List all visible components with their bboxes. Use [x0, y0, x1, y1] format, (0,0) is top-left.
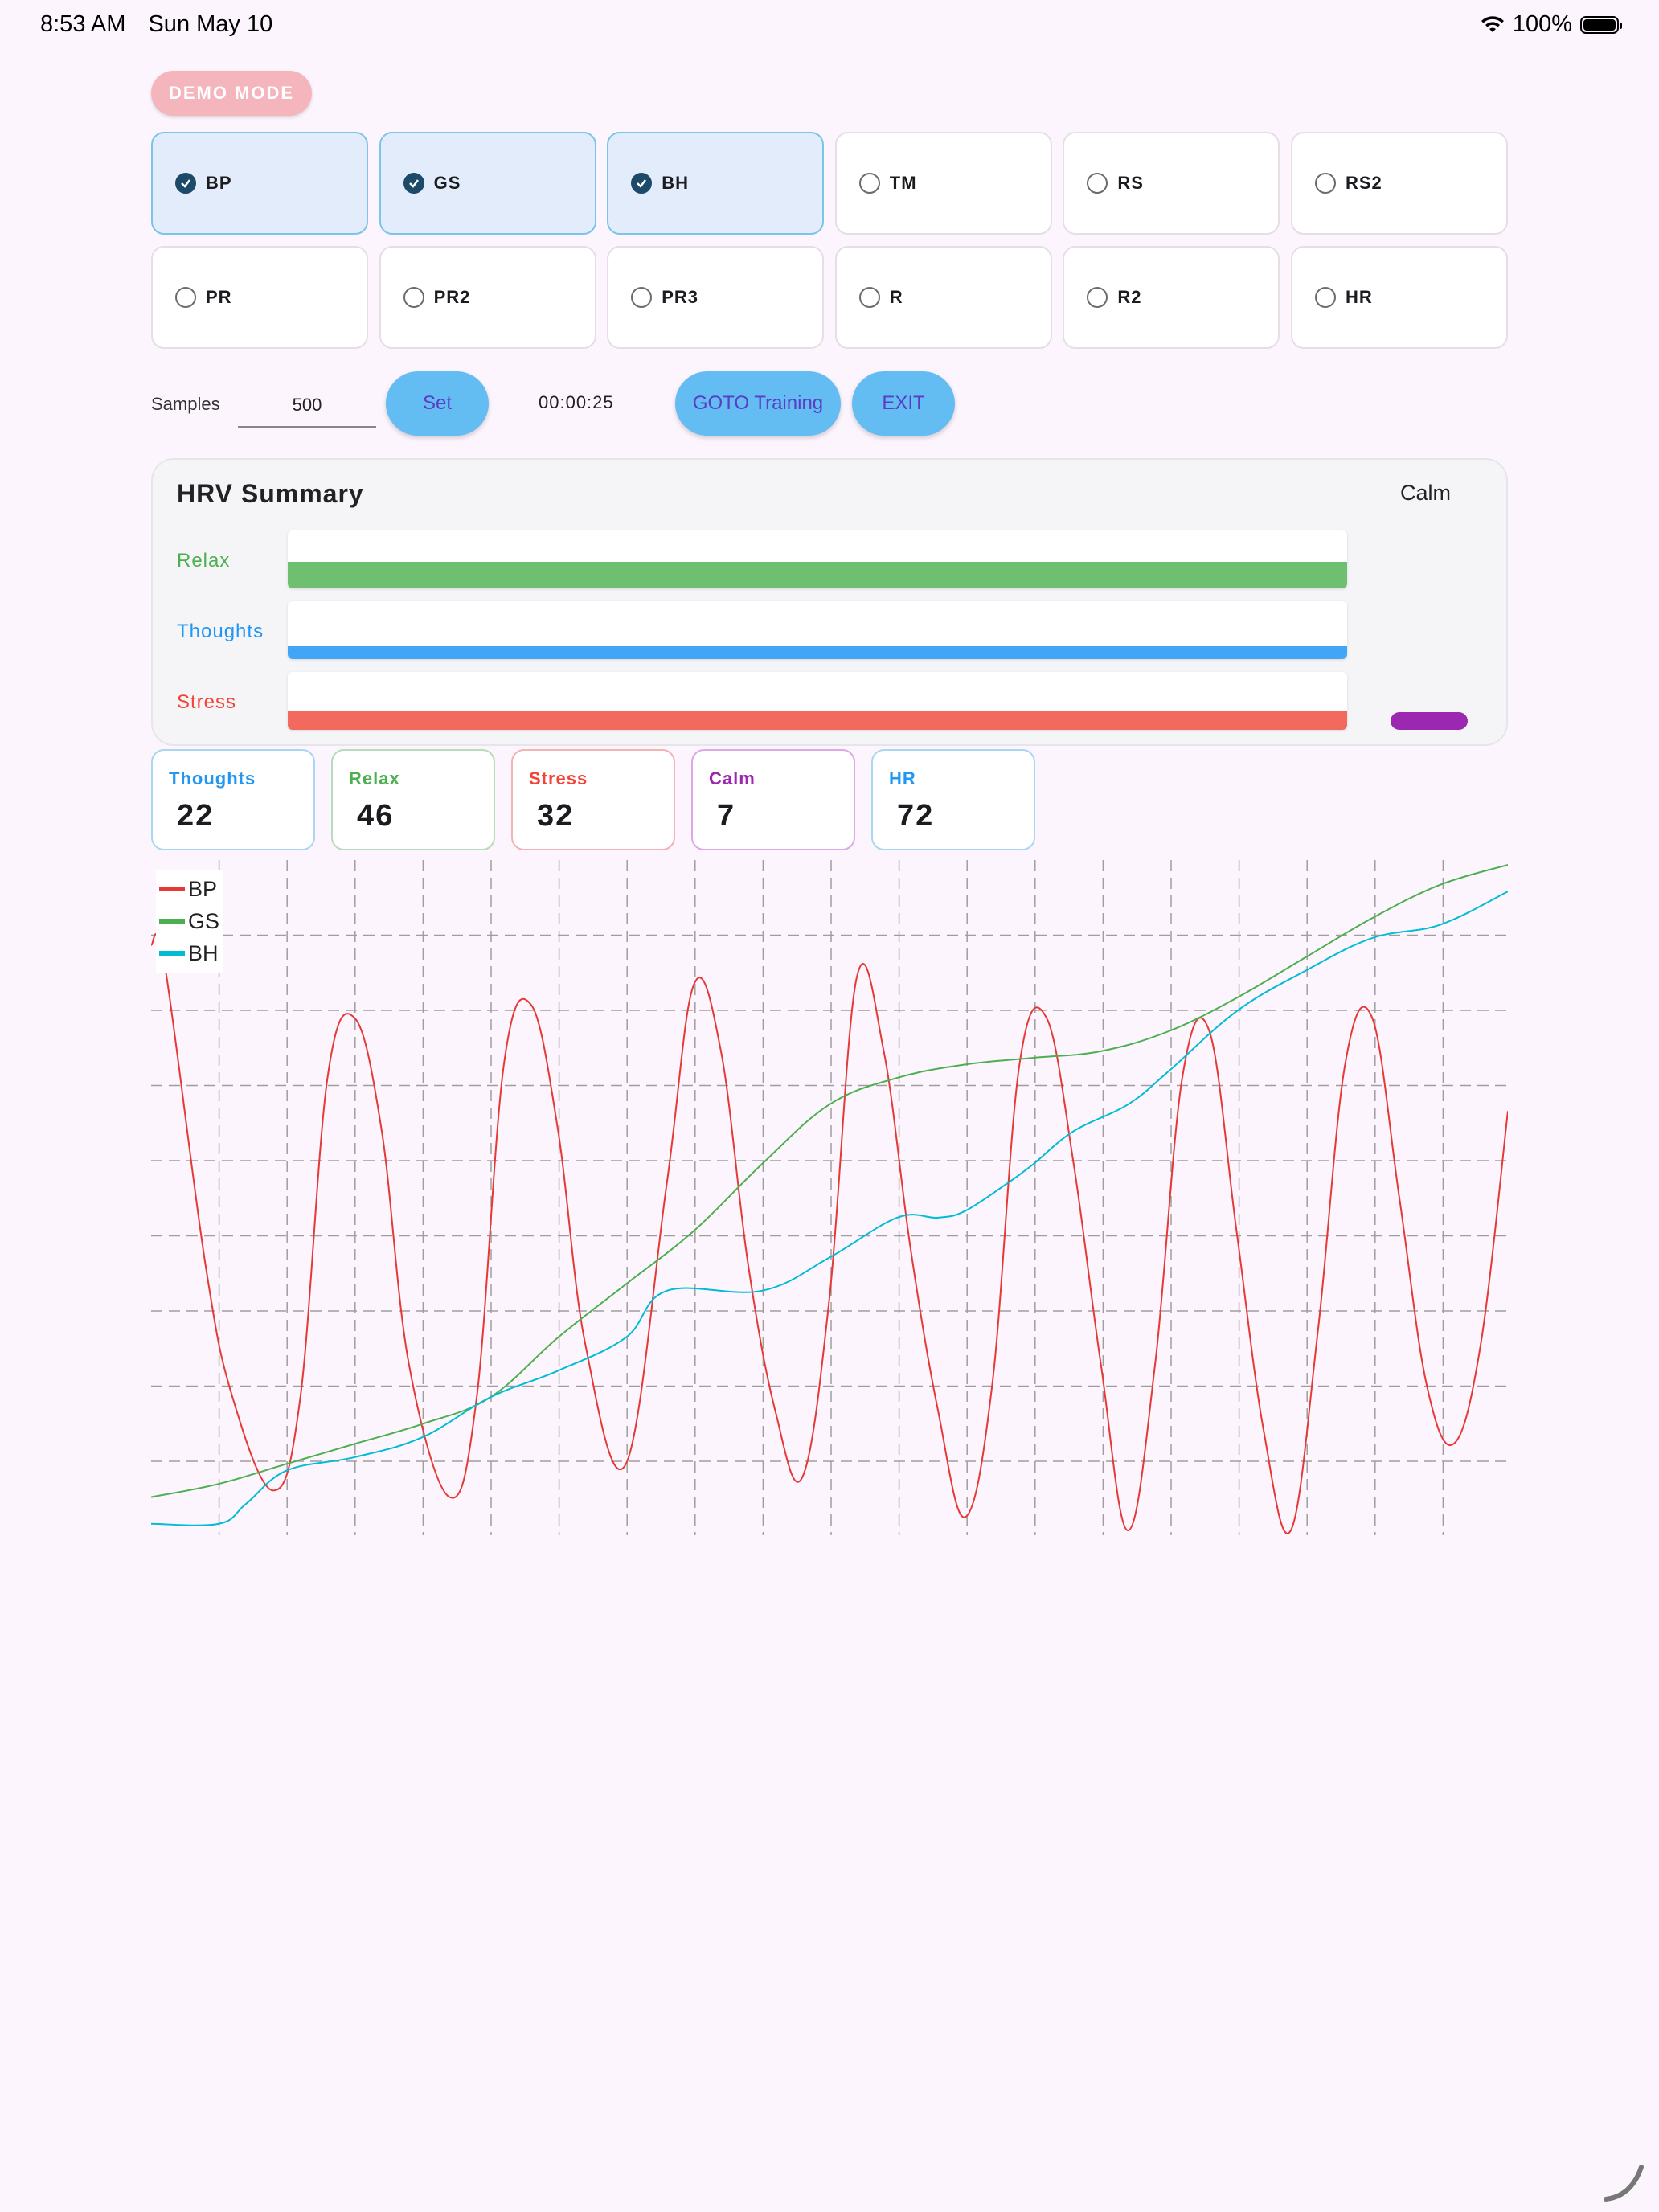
stat-card-thoughts: Thoughts 22: [151, 749, 315, 850]
sensor-label: BP: [206, 173, 232, 193]
samples-input[interactable]: [238, 384, 376, 428]
status-date: Sun May 10: [148, 11, 273, 37]
stat-card-relax: Relax 46: [331, 749, 495, 850]
calm-indicator: [1391, 712, 1468, 730]
battery-percent: 100%: [1512, 11, 1572, 37]
sensor-option-rs[interactable]: RS: [1063, 132, 1280, 235]
hrv-summary-title: HRV Summary: [177, 479, 364, 508]
stat-value: 7: [717, 799, 736, 833]
sensor-label: PR: [206, 287, 232, 307]
stat-value: 32: [537, 799, 575, 833]
sensor-label: HR: [1345, 287, 1373, 307]
status-time: 8:53 AM: [40, 11, 126, 37]
sensor-label: TM: [889, 173, 917, 193]
legend-item-bp: BP: [159, 873, 219, 905]
set-button[interactable]: Set: [386, 371, 489, 436]
hrv-state-label: Calm: [1400, 481, 1452, 505]
timer: 00:00:25: [539, 392, 614, 412]
radio-unchecked-icon: [1087, 173, 1108, 194]
samples-label: Samples: [151, 394, 220, 414]
stat-label: Stress: [529, 768, 588, 789]
legend-label: BH: [188, 940, 219, 965]
sensor-option-gs[interactable]: GS: [379, 132, 596, 235]
sensor-selector-grid: BP GS BH TM RS RS2 PR PR2 PR3 R R2 HR: [151, 132, 1508, 349]
sensor-option-r[interactable]: R: [834, 246, 1052, 349]
radio-unchecked-icon: [1087, 287, 1108, 308]
hrv-summary-card: HRV Summary Calm Relax Thoughts Stress: [151, 458, 1508, 746]
scroll-indicator-icon: [1604, 2165, 1644, 2202]
radio-unchecked-icon: [1314, 173, 1336, 194]
sensor-label: BH: [662, 173, 689, 193]
stat-value: 46: [357, 799, 395, 833]
sensor-label: R2: [1117, 287, 1142, 307]
legend-swatch: [159, 951, 185, 956]
sensor-option-pr[interactable]: PR: [151, 246, 368, 349]
relax-label: Relax: [177, 550, 231, 571]
chart-canvas: [151, 860, 1508, 1535]
sensor-option-tm[interactable]: TM: [834, 132, 1052, 235]
legend-label: BP: [188, 876, 218, 901]
radio-unchecked-icon: [403, 287, 424, 308]
legend-item-bh: BH: [159, 937, 219, 969]
stat-value: 22: [177, 799, 215, 833]
sensor-option-pr2[interactable]: PR2: [379, 246, 596, 349]
battery-icon: [1580, 15, 1622, 34]
thoughts-bar-fill: [288, 646, 1347, 659]
check-circle-icon: [403, 173, 424, 194]
status-right: 100%: [1481, 11, 1622, 38]
sensor-option-hr[interactable]: HR: [1290, 246, 1508, 349]
stress-label: Stress: [177, 691, 237, 713]
legend-label: GS: [188, 908, 220, 933]
stat-card-stress: Stress 32: [511, 749, 675, 850]
stress-bar: [288, 672, 1347, 730]
stat-card-calm: Calm 7: [691, 749, 855, 850]
sensor-line-chart: BP GS BH: [151, 860, 1508, 1535]
sensor-label: PR2: [433, 287, 471, 307]
exit-button[interactable]: EXIT: [852, 371, 955, 436]
sensor-label: R: [889, 287, 903, 307]
legend-swatch: [159, 887, 185, 891]
radio-unchecked-icon: [1314, 287, 1336, 308]
controls-row: Samples Set 00:00:25 GOTO Training EXIT: [151, 371, 1518, 444]
stat-label: Calm: [709, 768, 756, 789]
radio-unchecked-icon: [858, 287, 880, 308]
radio-unchecked-icon: [858, 173, 880, 194]
sensor-label: RS2: [1345, 173, 1382, 193]
stat-label: Thoughts: [169, 768, 256, 789]
chart-legend: BP GS BH: [156, 870, 223, 973]
check-circle-icon: [631, 173, 653, 194]
radio-unchecked-icon: [631, 287, 653, 308]
status-bar: 8:53 AM Sun May 10 100%: [0, 0, 1659, 51]
check-circle-icon: [175, 173, 196, 194]
goto-training-button[interactable]: GOTO Training: [675, 371, 841, 436]
stat-card-hr: HR 72: [871, 749, 1035, 850]
legend-item-gs: GS: [159, 905, 219, 937]
relax-bar-fill: [288, 562, 1347, 588]
demo-mode-badge: DEMO MODE: [151, 71, 312, 116]
status-left: 8:53 AM Sun May 10: [40, 11, 289, 38]
sensor-label: PR3: [662, 287, 698, 307]
sensor-option-pr3[interactable]: PR3: [607, 246, 825, 349]
sensor-option-bh[interactable]: BH: [607, 132, 825, 235]
sensor-option-rs2[interactable]: RS2: [1290, 132, 1508, 235]
sensor-option-r2[interactable]: R2: [1063, 246, 1280, 349]
sensor-option-bp[interactable]: BP: [151, 132, 368, 235]
stat-label: Relax: [349, 768, 400, 789]
relax-bar: [288, 530, 1347, 588]
legend-swatch: [159, 919, 185, 924]
stat-value: 72: [897, 799, 935, 833]
stress-bar-fill: [288, 711, 1347, 730]
thoughts-bar: [288, 601, 1347, 659]
wifi-icon: [1481, 15, 1504, 32]
thoughts-label: Thoughts: [177, 621, 264, 642]
sensor-label: GS: [433, 173, 461, 193]
stat-label: HR: [889, 768, 916, 789]
radio-unchecked-icon: [175, 287, 196, 308]
sensor-label: RS: [1117, 173, 1144, 193]
